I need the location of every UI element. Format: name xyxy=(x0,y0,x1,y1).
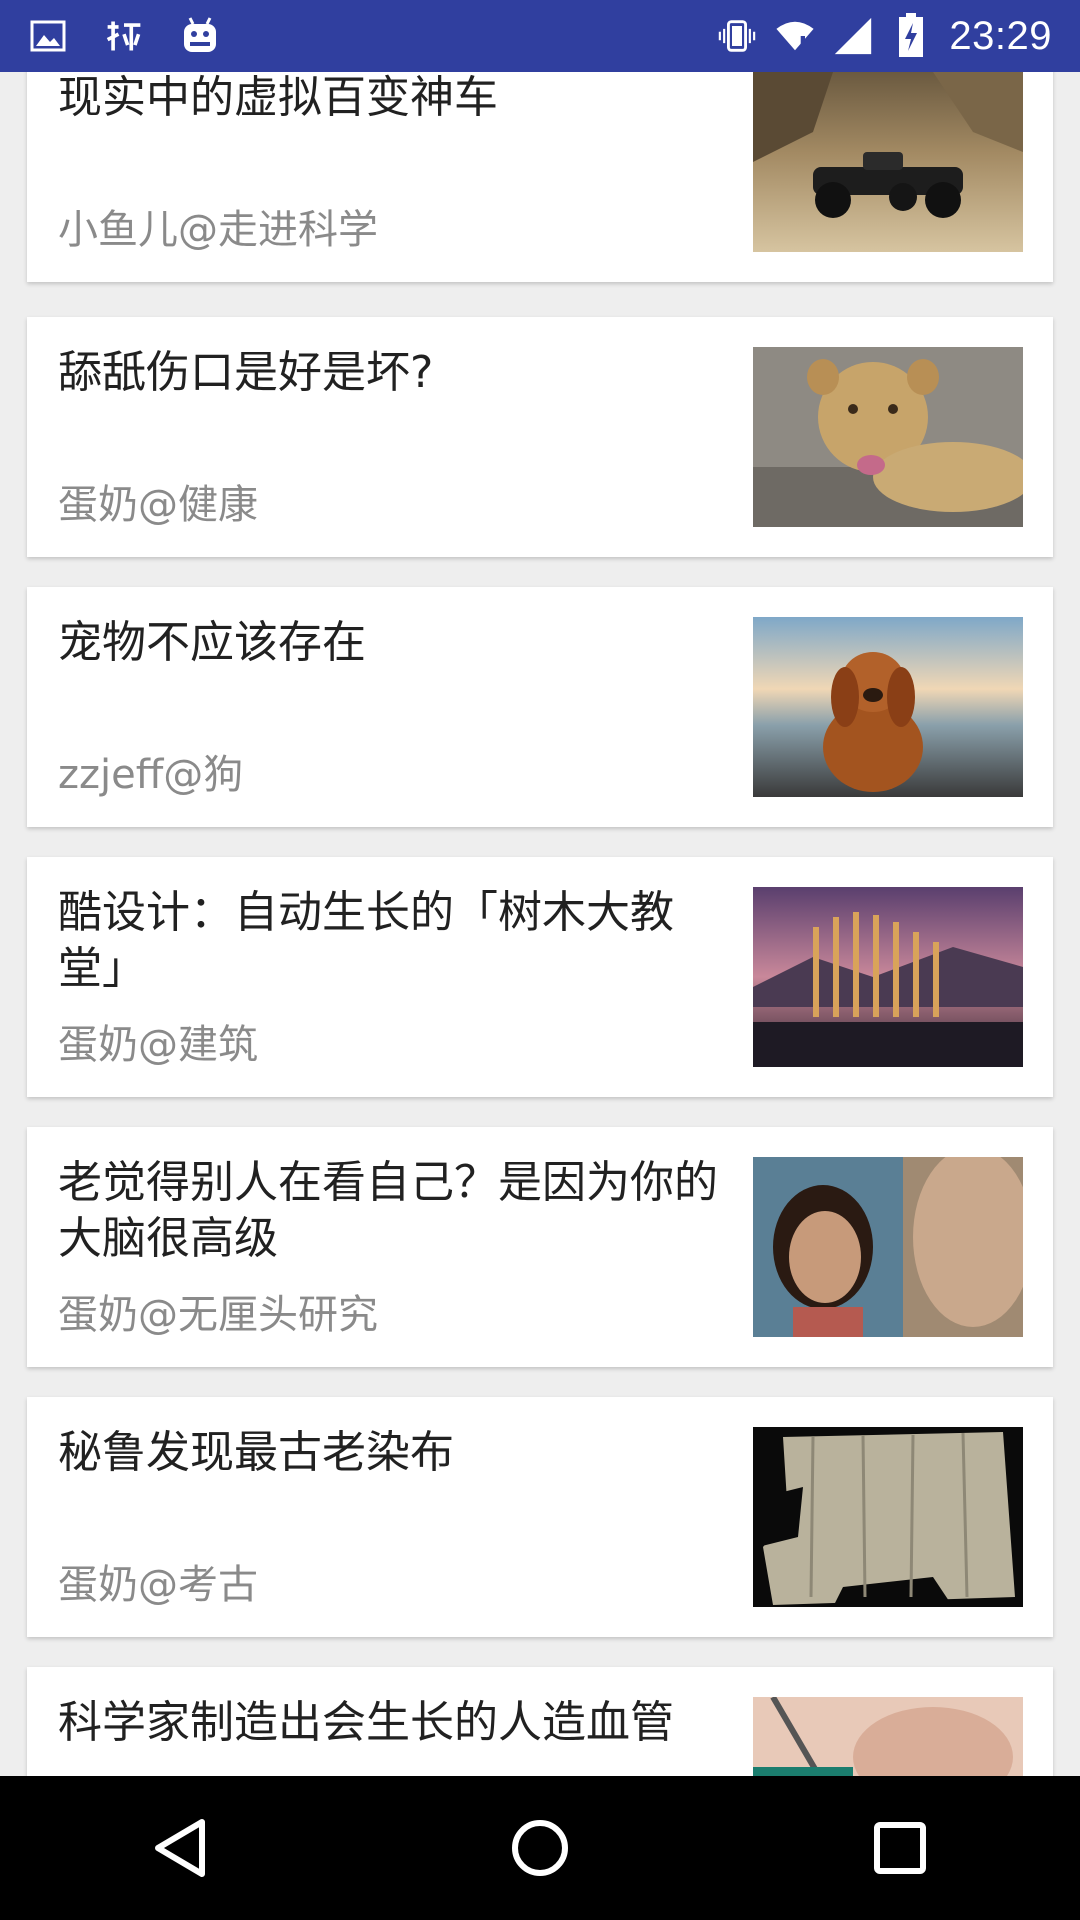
battery-charging-icon xyxy=(891,13,931,57)
article-author-channel: 蛋奶@建筑 xyxy=(58,1022,258,1068)
article-card[interactable]: 科学家制造出会生长的人造血管 xyxy=(27,1667,1053,1776)
article-thumbnail xyxy=(753,347,1023,527)
article-author-channel: 小鱼儿@走进科学 xyxy=(58,207,378,253)
shrimp-app-icon xyxy=(104,16,144,56)
article-author-channel: 蛋奶@无厘头研究 xyxy=(58,1292,378,1338)
article-thumbnail xyxy=(753,887,1023,1067)
clock: 23:29 xyxy=(949,13,1052,58)
back-icon[interactable] xyxy=(120,1788,240,1908)
article-thumbnail xyxy=(753,1427,1023,1607)
article-title: 酷设计：自动生长的「树木大教堂」 xyxy=(58,887,674,994)
vibrate-icon xyxy=(717,16,757,56)
article-card[interactable]: 老觉得别人在看自己？是因为你的大脑很高级 蛋奶@无厘头研究 xyxy=(27,1127,1053,1367)
article-card[interactable]: 秘鲁发现最古老染布 蛋奶@考古 xyxy=(27,1397,1053,1637)
article-title: 现实中的虚拟百变神车 xyxy=(58,72,498,123)
article-card[interactable]: 酷设计：自动生长的「树木大教堂」 蛋奶@建筑 xyxy=(27,857,1053,1097)
article-title: 舔舐伤口是好是坏? xyxy=(58,347,434,398)
image-icon xyxy=(28,16,68,56)
android-icon xyxy=(180,16,220,56)
article-card[interactable]: 宠物不应该存在 zzjeff@狗 xyxy=(27,587,1053,827)
article-title: 秘鲁发现最古老染布 xyxy=(58,1427,454,1478)
article-thumbnail xyxy=(753,1157,1023,1337)
article-card[interactable]: 舔舐伤口是好是坏? 蛋奶@健康 xyxy=(27,317,1053,557)
article-thumbnail xyxy=(753,1697,1023,1776)
article-thumbnail xyxy=(753,72,1023,252)
status-bar: 23:29 xyxy=(0,0,1080,72)
article-title: 宠物不应该存在 xyxy=(58,617,366,668)
article-title: 科学家制造出会生长的人造血管 xyxy=(58,1697,674,1748)
signal-icon xyxy=(833,16,873,56)
article-author-channel: 蛋奶@健康 xyxy=(58,482,258,528)
home-icon[interactable] xyxy=(480,1788,600,1908)
wifi-icon xyxy=(775,16,815,56)
article-thumbnail xyxy=(753,617,1023,797)
article-author-channel: 蛋奶@考古 xyxy=(58,1562,258,1608)
article-author-channel: zzjeff@狗 xyxy=(58,752,244,798)
recents-icon[interactable] xyxy=(840,1788,960,1908)
article-feed[interactable]: 现实中的虚拟百变神车 小鱼儿@走进科学 舔舐伤口是好是坏? 蛋奶@健康 宠物不应… xyxy=(0,72,1080,1776)
article-title: 老觉得别人在看自己？是因为你的大脑很高级 xyxy=(58,1157,718,1264)
navigation-bar xyxy=(0,1776,1080,1920)
article-card[interactable]: 现实中的虚拟百变神车 小鱼儿@走进科学 xyxy=(27,72,1053,282)
